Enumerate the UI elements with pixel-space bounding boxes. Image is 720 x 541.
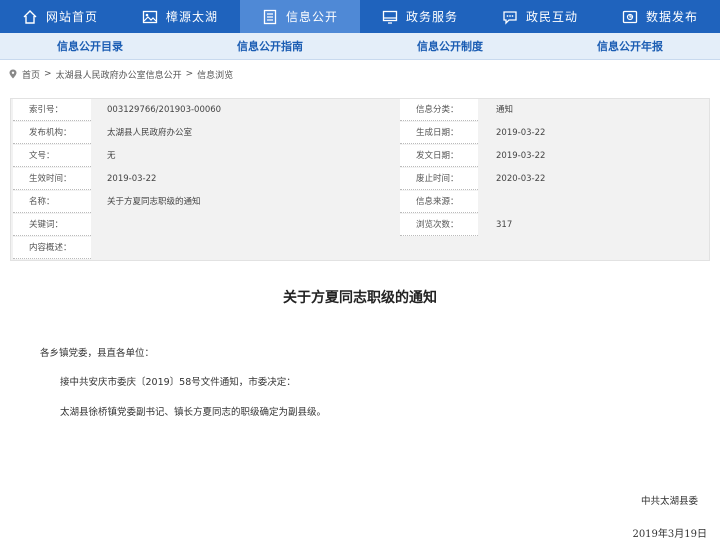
nav-item-info-public[interactable]: 信息公开	[240, 0, 360, 33]
nav-label: 数据发布	[645, 10, 698, 24]
nav-item-home[interactable]: 网站首页	[0, 0, 120, 33]
breadcrumb-separator: >	[44, 69, 52, 79]
image-icon	[142, 9, 158, 25]
summary-value	[101, 237, 391, 259]
keywords-label: 关键词：	[13, 214, 91, 236]
nav-item-data[interactable]: 数据发布	[600, 0, 720, 33]
view-count-value: 317	[496, 220, 513, 230]
summary-label: 内容概述：	[13, 237, 91, 259]
sub-nav: 信息公开目录 信息公开指南 信息公开制度 信息公开年报	[0, 33, 720, 60]
nav-item-zhangyuan[interactable]: 樟源太湖	[120, 0, 240, 33]
info-row: 发布机构： 太湖县人民政府办公室 生成日期： 2019-03-22	[11, 122, 711, 144]
view-count-label: 浏览次数：	[400, 214, 478, 236]
issue-date-label: 发文日期：	[400, 145, 478, 167]
publisher-label: 发布机构：	[13, 122, 91, 144]
info-table: 索引号： 003129766/201903-00060 信息分类： 通知 发布机…	[10, 98, 710, 261]
nav-label: 政务服务	[405, 10, 458, 24]
nav-label: 网站首页	[45, 10, 98, 24]
breadcrumb: 首页 > 太湖县人民政府办公室信息公开 > 信息浏览	[8, 67, 233, 81]
info-row: 关键词： 浏览次数： 317	[11, 214, 711, 236]
nav-item-services[interactable]: 政务服务	[360, 0, 480, 33]
source-label: 信息来源：	[400, 191, 478, 213]
subnav-annual-report[interactable]: 信息公开年报	[540, 33, 720, 59]
nav-label: 政民互动	[525, 10, 578, 24]
home-icon	[22, 9, 38, 25]
category-value: 通知	[496, 105, 514, 115]
document-icon	[262, 9, 278, 25]
article-paragraph: 太湖县徐桥镇党委副书记、镇长方夏同志的职级确定为副县级。	[60, 407, 327, 418]
expiry-date-label: 废止时间：	[400, 168, 478, 190]
subnav-catalog[interactable]: 信息公开目录	[0, 33, 180, 59]
article-date: 2019年3月19日	[632, 529, 707, 540]
effective-date-label: 生效时间：	[13, 168, 91, 190]
monitor-icon	[382, 9, 398, 25]
nav-label: 信息公开	[285, 10, 338, 24]
source-value	[490, 191, 700, 213]
index-value: 003129766/201903-00060	[107, 105, 222, 115]
issue-date-value: 2019-03-22	[496, 151, 546, 161]
name-value: 关于方夏同志职级的通知	[107, 197, 201, 207]
expiry-date-value: 2020-03-22	[496, 174, 546, 184]
article-salutation: 各乡镇党委，县直各单位：	[40, 348, 155, 359]
page-title: 关于方夏同志职级的通知	[283, 290, 437, 306]
breadcrumb-level2: 信息浏览	[197, 70, 234, 81]
created-date-label: 生成日期：	[400, 122, 478, 144]
info-row: 名称： 关于方夏同志职级的通知 信息来源：	[11, 191, 711, 213]
info-row: 文号： 无 发文日期： 2019-03-22	[11, 145, 711, 167]
name-label: 名称：	[13, 191, 91, 213]
info-row: 内容概述：	[11, 237, 711, 259]
publisher-value: 太湖县人民政府办公室	[107, 128, 193, 138]
chat-icon	[502, 9, 518, 25]
subnav-guide[interactable]: 信息公开指南	[180, 33, 360, 59]
nav-label: 樟源太湖	[165, 10, 218, 24]
index-label: 索引号：	[13, 99, 91, 121]
location-icon	[9, 69, 17, 79]
category-label: 信息分类：	[400, 99, 478, 121]
data-icon	[622, 9, 638, 25]
article-signature: 中共太湖县委	[640, 496, 698, 507]
effective-date-value: 2019-03-22	[107, 174, 157, 184]
breadcrumb-separator: >	[185, 69, 194, 79]
breadcrumb-home[interactable]: 首页	[22, 68, 40, 81]
main-nav: 网站首页 樟源太湖 信息公开 政务服务 政民互动 数据发布	[0, 0, 720, 33]
nav-item-interaction[interactable]: 政民互动	[480, 0, 600, 33]
article-paragraph: 接中共安庆市委庆〔2019〕58号文件通知，市委决定：	[60, 377, 296, 388]
breadcrumb-level1[interactable]: 太湖县人民政府办公室信息公开	[56, 68, 182, 81]
info-row: 索引号： 003129766/201903-00060 信息分类： 通知	[11, 99, 711, 121]
info-row: 生效时间： 2019-03-22 废止时间： 2020-03-22	[11, 168, 711, 190]
keywords-value	[101, 214, 391, 236]
subnav-system[interactable]: 信息公开制度	[360, 33, 540, 59]
doc-number-label: 文号：	[13, 145, 91, 167]
doc-number-value: 无	[107, 151, 116, 161]
created-date-value: 2019-03-22	[496, 128, 546, 138]
